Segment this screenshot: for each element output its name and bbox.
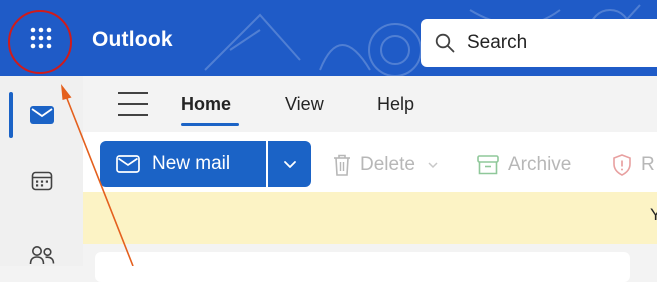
shield-warning-icon (613, 154, 631, 176)
ribbon-tabs: Home View Help (83, 76, 657, 132)
delete-chevron-down-icon (428, 162, 438, 169)
chevron-down-icon (283, 161, 296, 168)
search-icon (435, 33, 455, 53)
hamburger-icon (118, 92, 148, 94)
active-tab-underline (181, 123, 239, 126)
hamburger-icon-bar (118, 103, 148, 105)
rail-item-mail[interactable] (20, 93, 64, 137)
rail-item-people[interactable] (20, 234, 64, 278)
message-list-panel (95, 252, 630, 282)
new-mail-envelope-icon (116, 155, 140, 173)
new-mail-label: New mail (152, 153, 231, 174)
app-title[interactable]: Outlook (92, 28, 173, 52)
search-box[interactable]: Search (421, 19, 657, 67)
new-mail-button[interactable]: New mail (100, 141, 266, 187)
mail-icon (30, 106, 54, 124)
hamburger-icon-bar (118, 114, 148, 116)
notice-bar: Y (83, 192, 657, 244)
waffle-grid-icon (30, 27, 52, 49)
top-header: Outlook Search (0, 0, 657, 76)
report-label-partial: R (641, 154, 655, 175)
delete-label: Delete (360, 154, 415, 175)
hamburger-menu-button[interactable] (118, 92, 148, 116)
notice-text-partial: Y (650, 205, 657, 224)
calendar-icon (31, 171, 53, 191)
tab-view[interactable]: View (285, 94, 324, 115)
new-mail-dropdown-button[interactable] (268, 141, 311, 187)
tab-help[interactable]: Help (377, 94, 414, 115)
report-button[interactable]: R (611, 150, 655, 180)
trash-icon (334, 154, 350, 176)
tab-home[interactable]: Home (181, 94, 231, 115)
rail-item-calendar[interactable] (20, 159, 64, 203)
app-launcher-button[interactable] (20, 17, 62, 59)
search-placeholder: Search (467, 32, 528, 53)
people-icon (29, 246, 55, 265)
archive-button[interactable]: Archive (476, 150, 571, 180)
rail-active-indicator (9, 92, 13, 138)
archive-icon (477, 155, 499, 175)
delete-button[interactable]: Delete (332, 150, 439, 180)
archive-label: Archive (508, 154, 572, 175)
